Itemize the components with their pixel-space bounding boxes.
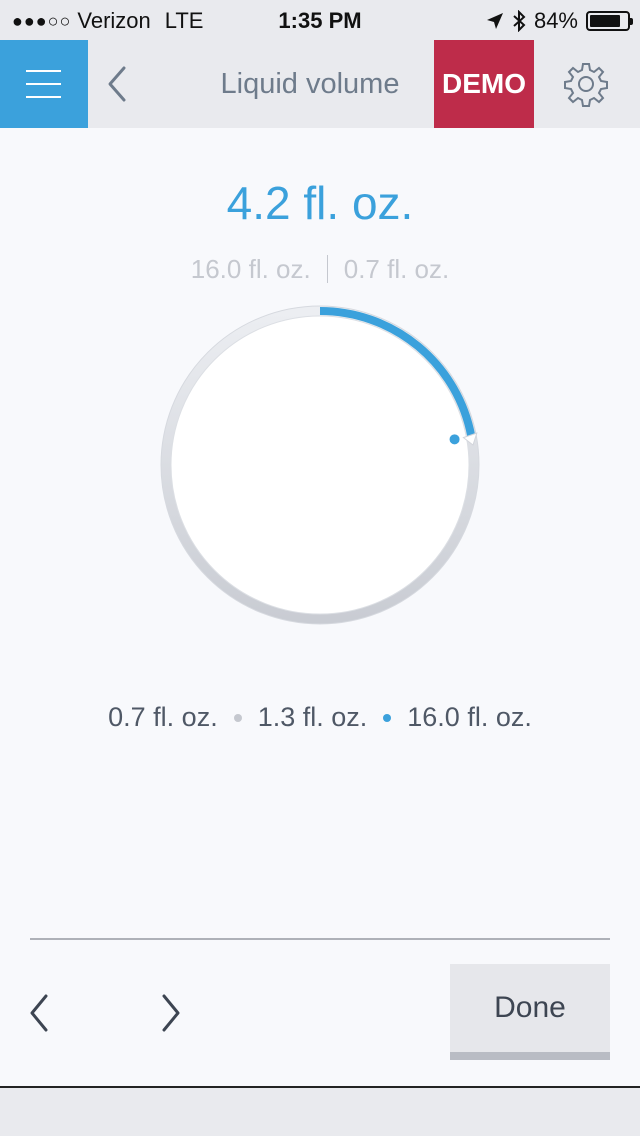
page-title: Liquid volume [220,68,400,100]
chevron-left-icon [108,66,126,102]
bottom-bar [0,1088,640,1136]
preset-item[interactable]: 0.7 fl. oz. [108,702,218,733]
status-right: 84% [486,8,633,34]
nav-bar: Liquid volume DEMO [0,40,640,128]
gear-icon [564,63,608,107]
footer-divider [30,938,610,940]
location-arrow-icon [486,13,503,29]
bluetooth-icon [513,10,526,32]
done-button[interactable]: Done [450,964,610,1060]
next-button[interactable] [156,990,186,1036]
battery-fill [590,15,621,27]
current-value: 4.2 fl. oz. [226,177,414,229]
settings-button[interactable] [562,60,610,108]
preset-separator-dot [383,713,392,722]
preset-list: 0.7 fl. oz. 1.3 fl. oz. 16.0 fl. oz. [0,702,640,733]
preset-separator-dot [233,713,242,722]
menu-button[interactable] [0,40,88,128]
battery-icon [586,11,633,31]
volume-dial[interactable] [160,305,480,625]
back-button[interactable] [100,60,136,108]
preset-item[interactable]: 16.0 fl. oz. [407,702,532,733]
range-separator [326,255,328,284]
status-bar: ●●●○○ Verizon LTE 1:35 PM 84% [0,0,640,40]
range-display: 16.0 fl. oz. 0.7 fl. oz. [0,254,640,285]
chevron-left-icon [30,994,48,1032]
chevron-right-icon [162,994,180,1032]
dial-knob[interactable] [449,434,460,445]
battery-percentage: 84% [533,8,578,33]
preset-item[interactable]: 1.3 fl. oz. [258,702,368,733]
max-value: 16.0 fl. oz. [190,254,311,284]
min-value: 0.7 fl. oz. [343,254,450,284]
previous-button[interactable] [24,990,54,1036]
demo-badge: DEMO [434,40,534,128]
